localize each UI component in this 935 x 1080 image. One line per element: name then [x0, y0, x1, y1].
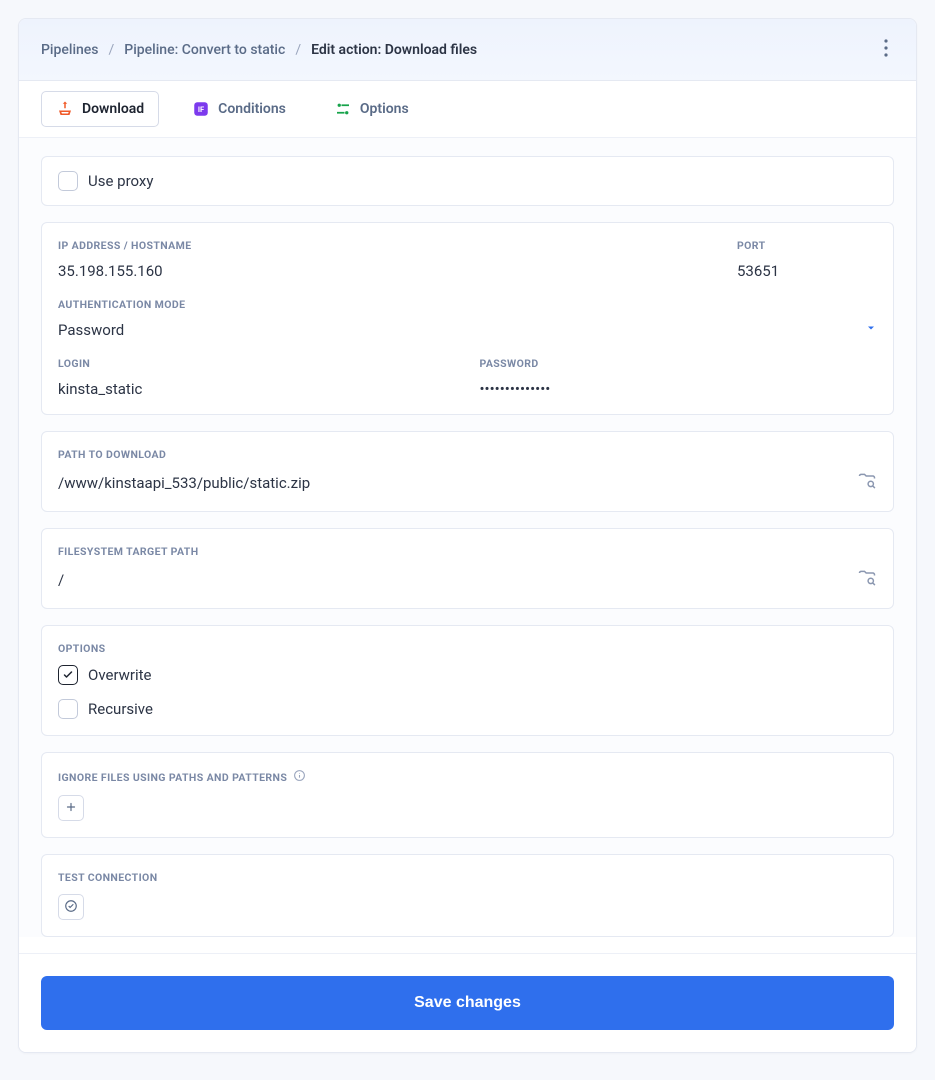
password-input[interactable] [480, 380, 878, 398]
tab-conditions-label: Conditions [218, 101, 286, 117]
download-icon [56, 100, 74, 118]
tab-options-label: Options [360, 101, 409, 117]
auth-mode-select[interactable]: Password [58, 321, 877, 339]
add-ignore-pattern-button[interactable] [58, 795, 84, 821]
tab-download-label: Download [82, 101, 144, 117]
port-label: PORT [737, 239, 877, 252]
target-path-label: FILESYSTEM TARGET PATH [58, 545, 877, 558]
tab-options[interactable]: Options [319, 91, 424, 127]
more-menu-button[interactable] [878, 33, 894, 66]
chevron-down-icon [865, 322, 877, 338]
download-path-panel: PATH TO DOWNLOAD [41, 431, 894, 512]
tab-conditions[interactable]: IF Conditions [177, 91, 301, 127]
test-connection-label: TEST CONNECTION [58, 871, 877, 884]
use-proxy-label: Use proxy [88, 172, 153, 190]
target-path-input[interactable] [58, 571, 845, 589]
tabs: Download IF Conditions Options [19, 81, 916, 138]
checkbox-box [58, 699, 78, 719]
tab-download[interactable]: Download [41, 91, 159, 127]
breadcrumb-pipeline[interactable]: Pipeline: Convert to static [124, 42, 285, 58]
auth-mode-value: Password [58, 321, 124, 339]
ignore-label: IGNORE FILES USING PATHS AND PATTERNS [58, 769, 877, 785]
overwrite-label: Overwrite [88, 666, 152, 684]
recursive-label: Recursive [88, 700, 153, 718]
password-label: PASSWORD [480, 357, 878, 370]
overwrite-checkbox[interactable]: Overwrite [58, 665, 877, 685]
ip-input[interactable] [58, 262, 713, 280]
ip-label: IP ADDRESS / HOSTNAME [58, 239, 713, 252]
breadcrumb-separator: / [109, 42, 115, 58]
test-connection-panel: TEST CONNECTION [41, 854, 894, 937]
test-connection-button[interactable] [58, 894, 84, 920]
auth-mode-label: AUTHENTICATION MODE [58, 298, 877, 311]
checkbox-box [58, 665, 78, 685]
breadcrumb: Pipelines / Pipeline: Convert to static … [41, 42, 477, 58]
login-label: LOGIN [58, 357, 456, 370]
info-icon[interactable] [293, 769, 306, 785]
login-input[interactable] [58, 380, 456, 398]
form-body: Use proxy IP ADDRESS / HOSTNAME PORT AUT… [19, 138, 916, 937]
conditions-icon: IF [192, 100, 210, 118]
browse-folder-icon[interactable] [857, 568, 877, 592]
page-card: Pipelines / Pipeline: Convert to static … [18, 18, 917, 1053]
header: Pipelines / Pipeline: Convert to static … [19, 19, 916, 81]
options-panel: OPTIONS Overwrite Recursive [41, 625, 894, 736]
plus-icon [65, 801, 77, 816]
download-path-input[interactable] [58, 474, 845, 492]
breadcrumb-separator: / [295, 42, 301, 58]
recursive-checkbox[interactable]: Recursive [58, 699, 877, 719]
options-icon [334, 100, 352, 118]
browse-folder-icon[interactable] [857, 471, 877, 495]
footer: Save changes [19, 953, 916, 1052]
svg-text:IF: IF [198, 105, 204, 114]
breadcrumb-pipelines[interactable]: Pipelines [41, 42, 99, 58]
save-changes-button[interactable]: Save changes [41, 976, 894, 1030]
port-input[interactable] [737, 262, 877, 280]
options-label: OPTIONS [58, 642, 877, 655]
download-path-label: PATH TO DOWNLOAD [58, 448, 877, 461]
connection-panel: IP ADDRESS / HOSTNAME PORT AUTHENTICATIO… [41, 222, 894, 415]
ignore-panel: IGNORE FILES USING PATHS AND PATTERNS [41, 752, 894, 838]
use-proxy-checkbox[interactable]: Use proxy [58, 171, 877, 191]
checkbox-box [58, 171, 78, 191]
breadcrumb-current: Edit action: Download files [311, 42, 477, 58]
more-vertical-icon [884, 45, 888, 60]
target-path-panel: FILESYSTEM TARGET PATH [41, 528, 894, 609]
proxy-panel: Use proxy [41, 156, 894, 206]
check-circle-icon [64, 899, 78, 916]
